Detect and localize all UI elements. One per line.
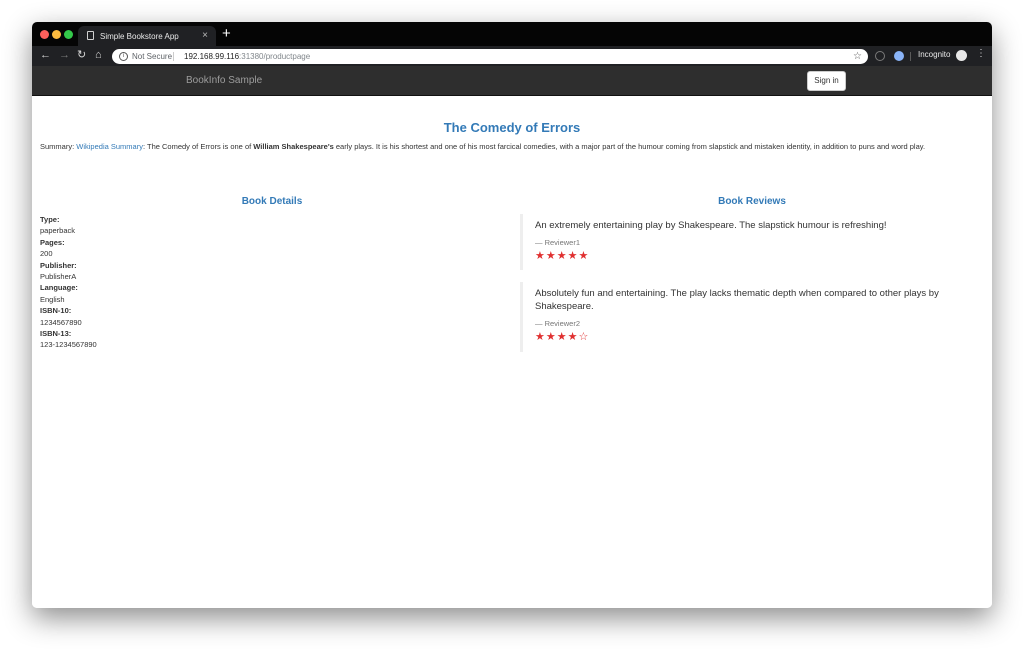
new-tab-button[interactable]: + bbox=[222, 26, 231, 41]
extension-shield-icon[interactable] bbox=[894, 51, 904, 61]
toolbar-divider bbox=[910, 52, 911, 61]
bookmark-star-icon[interactable]: ☆ bbox=[853, 49, 862, 64]
security-label: Not Secure bbox=[132, 52, 173, 61]
detail-publisher-value: PublisherA bbox=[40, 272, 77, 282]
url-path: :31380/productpage bbox=[239, 52, 311, 61]
summary-text-start: : The Comedy of Errors is one of bbox=[142, 142, 254, 151]
review-text: An extremely entertaining play by Shakes… bbox=[535, 220, 887, 231]
app-navbar: BookInfo Sample Sign in bbox=[32, 66, 992, 96]
book-reviews-heading: Book Reviews bbox=[718, 196, 786, 207]
review-text: Absolutely fun and entertaining. The pla… bbox=[535, 288, 939, 312]
page-content: BookInfo Sample Sign in The Comedy of Er… bbox=[32, 66, 992, 608]
maximize-window-button[interactable] bbox=[64, 30, 73, 39]
detail-publisher-label: Publisher: bbox=[40, 260, 77, 270]
sign-in-button[interactable]: Sign in bbox=[807, 71, 846, 91]
star-rating-icon: ★★★★☆ bbox=[535, 331, 590, 343]
navbar-brand[interactable]: BookInfo Sample bbox=[186, 75, 262, 86]
browser-toolbar: ← → ↻ ⌂ i Not Secure 192.168.99.116:3138… bbox=[32, 46, 992, 66]
browser-window: Simple Bookstore App × + ← → ↻ ⌂ i Not S… bbox=[32, 22, 992, 608]
detail-type-label: Type: bbox=[40, 215, 60, 224]
detail-language-label: Language: bbox=[40, 283, 78, 293]
info-icon[interactable]: i bbox=[119, 52, 128, 61]
book-summary: Summary: Wikipedia Summary: The Comedy o… bbox=[40, 141, 984, 152]
book-details-heading: Book Details bbox=[241, 196, 303, 207]
back-arrow-icon[interactable]: ← bbox=[40, 49, 51, 62]
detail-language-value: English bbox=[40, 294, 65, 304]
browser-tab[interactable]: Simple Bookstore App × bbox=[78, 26, 216, 46]
home-icon[interactable]: ⌂ bbox=[95, 49, 102, 62]
detail-isbn13-value: 123-1234567890 bbox=[40, 340, 97, 350]
url-text: 192.168.99.116:31380/productpage bbox=[184, 49, 310, 64]
detail-pages-value: 200 bbox=[40, 249, 53, 259]
detail-pages-label: Pages: bbox=[40, 237, 65, 247]
menu-kebab-icon[interactable]: ⋮ bbox=[976, 48, 986, 59]
summary-text-end: early plays. It is his shortest and one … bbox=[333, 142, 926, 151]
tab-close-icon[interactable]: × bbox=[202, 30, 208, 41]
extension-icon[interactable] bbox=[875, 51, 885, 61]
tab-title: Simple Bookstore App bbox=[100, 32, 179, 41]
detail-type-value: paperback bbox=[40, 226, 76, 236]
tab-strip: Simple Bookstore App × + bbox=[32, 22, 992, 46]
detail-isbn13-label: ISBN-13: bbox=[40, 329, 72, 339]
reviewer-name: — Reviewer1 bbox=[535, 238, 581, 247]
book-details-list: Type: paperback Pages: 200 Publisher: Pu… bbox=[40, 214, 340, 351]
detail-isbn10-label: ISBN-10: bbox=[40, 306, 72, 316]
summary-label: Summary: bbox=[40, 142, 77, 151]
review-card: An extremely entertaining play by Shakes… bbox=[520, 214, 984, 270]
minimize-window-button[interactable] bbox=[52, 30, 61, 39]
url-host: 192.168.99.116 bbox=[184, 52, 240, 61]
forward-arrow-icon[interactable]: → bbox=[59, 49, 70, 62]
incognito-icon[interactable] bbox=[956, 50, 967, 61]
book-title: The Comedy of Errors bbox=[443, 120, 581, 135]
wikipedia-summary-link[interactable]: Wikipedia Summary bbox=[76, 142, 143, 151]
incognito-label: Incognito bbox=[918, 50, 951, 59]
detail-isbn10-value: 1234567890 bbox=[40, 317, 82, 327]
reviewer-name: — Reviewer2 bbox=[535, 319, 581, 328]
reload-icon[interactable]: ↻ bbox=[77, 49, 86, 62]
summary-author: William Shakespeare's bbox=[253, 142, 334, 151]
review-card: Absolutely fun and entertaining. The pla… bbox=[520, 282, 984, 352]
close-window-button[interactable] bbox=[40, 30, 49, 39]
omnibox-divider bbox=[173, 52, 174, 61]
document-icon bbox=[87, 31, 94, 40]
star-rating-icon: ★★★★★ bbox=[535, 250, 590, 262]
address-bar[interactable]: i Not Secure 192.168.99.116:31380/produc… bbox=[112, 49, 868, 64]
